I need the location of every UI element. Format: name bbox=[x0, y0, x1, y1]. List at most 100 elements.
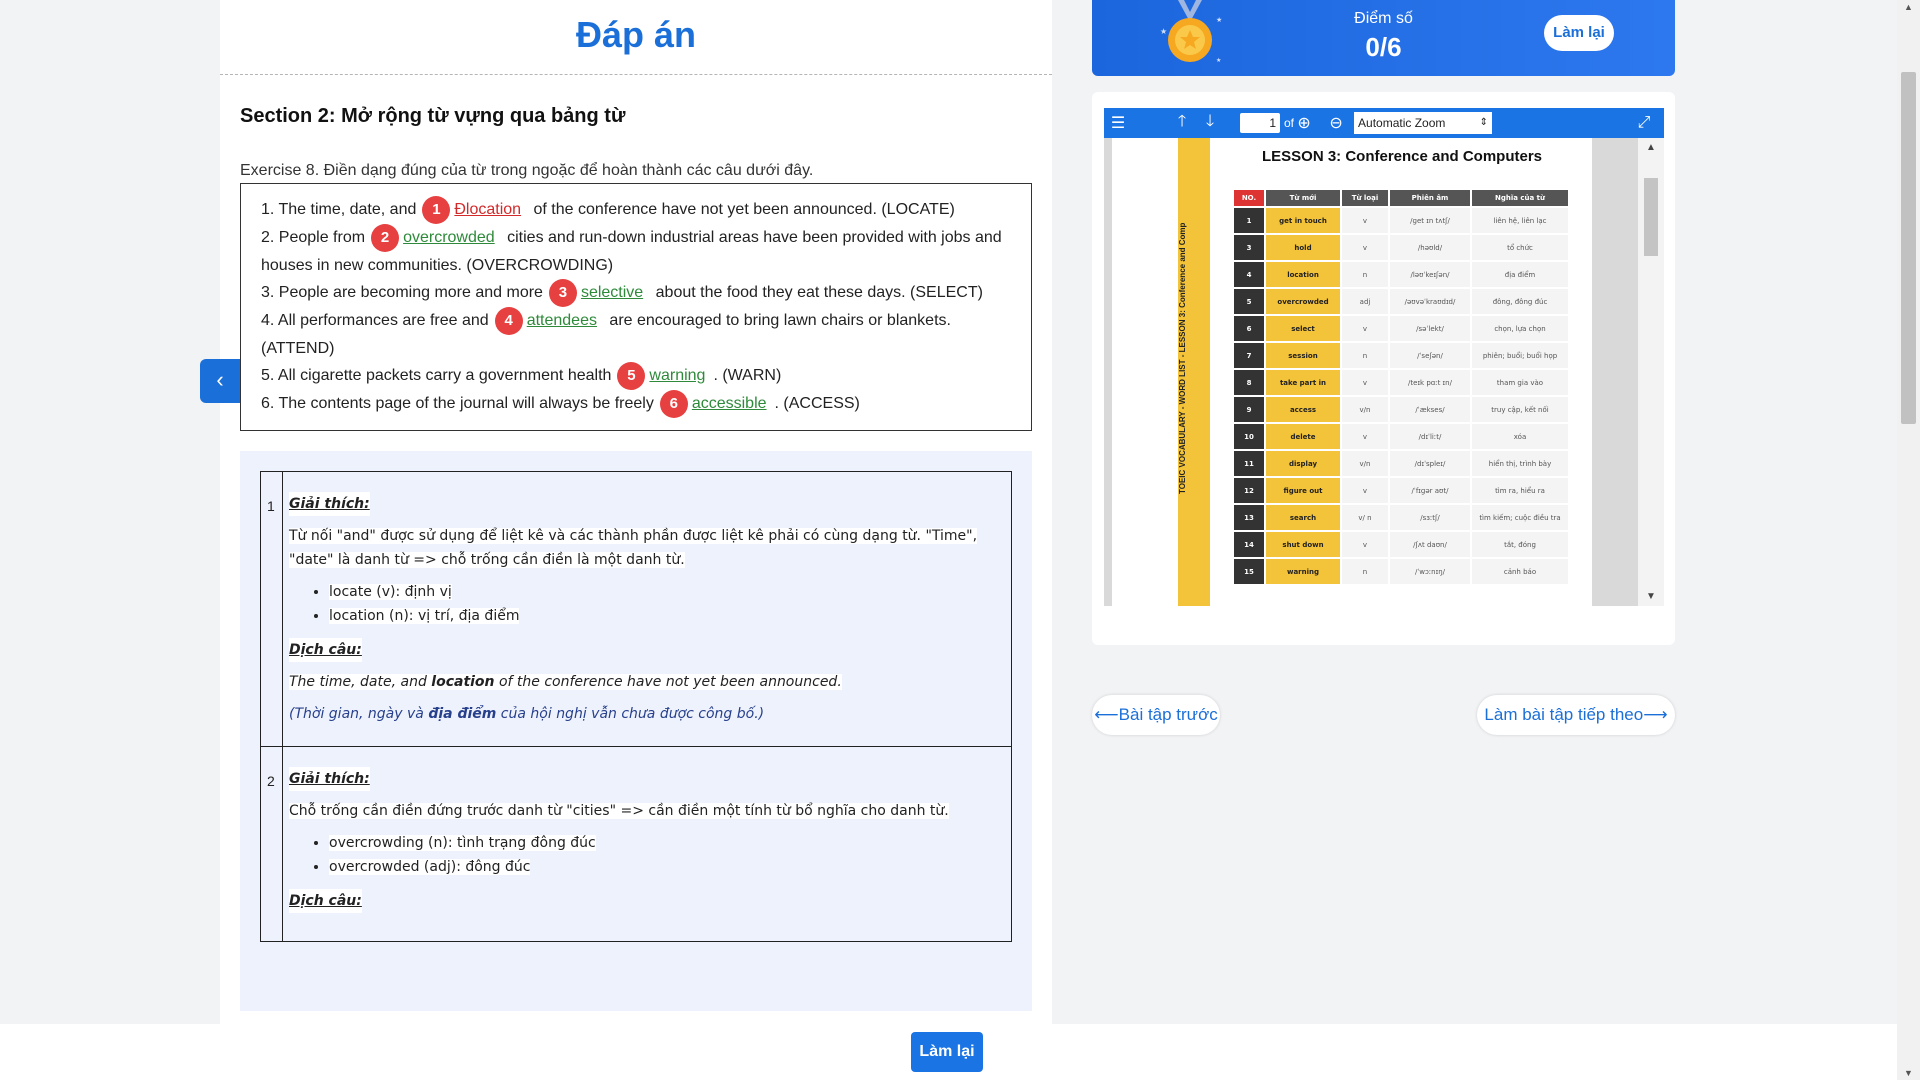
vocab-cell: 9 bbox=[1234, 397, 1264, 422]
collapse-panel-button[interactable]: ‹ bbox=[200, 359, 240, 403]
previous-exercise-button[interactable]: ⟵Bài tập trước bbox=[1092, 695, 1220, 735]
side-caption: TOEIC VOCABULARY - WORD LIST - LESSON 3:… bbox=[1178, 222, 1187, 494]
vocab-row: 9 access v/n/ˈækses/truy cập, kết nối bbox=[1234, 397, 1568, 422]
retry-bottom-button[interactable]: Làm lại bbox=[911, 1032, 983, 1072]
vocab-row: 13 search v/ n/sɜːtʃ/tìm kiếm; cuộc điều t… bbox=[1234, 505, 1568, 530]
vocab-cell: v bbox=[1342, 478, 1388, 503]
scroll-thumb[interactable] bbox=[1901, 72, 1916, 424]
column-header: NO. bbox=[1234, 190, 1264, 206]
vocab-cell: /teɪk pɑːt ɪn/ bbox=[1390, 370, 1470, 395]
vocab-cell: 3 bbox=[1234, 235, 1264, 260]
vocab-cell: /dɪˈliːt/ bbox=[1390, 424, 1470, 449]
scroll-up-icon[interactable]: ▲ bbox=[1638, 142, 1664, 153]
explanation-row: 2 Giải thích: Chỗ trống cần điền đứng tr… bbox=[261, 747, 1011, 942]
vocab-cell: /dɪˈspleɪ/ bbox=[1390, 451, 1470, 476]
page-scrollbar[interactable]: ▲ ▼ bbox=[1897, 0, 1920, 1080]
question-item: 2. People from 2 overcrowded cities and ru… bbox=[261, 224, 1011, 279]
vocab-row: 4 location n/ləʊˈkeɪʃən/địa điểm bbox=[1234, 262, 1568, 287]
zoom-out-icon[interactable]: ⊖ bbox=[1324, 113, 1348, 133]
explanation-number: 2 bbox=[261, 747, 283, 941]
section-title: Section 2: Mở rộng từ vựng qua bảng từ bbox=[240, 105, 626, 127]
answers-panel: Đáp án Section 2: Mở rộng từ vựng qua bả… bbox=[220, 0, 1052, 1024]
vocab-cell: 11 bbox=[1234, 451, 1264, 476]
question-item: 4. All performances are free and 4 attende… bbox=[261, 307, 1011, 362]
vocab-cell: /səˈlekt/ bbox=[1390, 316, 1470, 341]
vocab-cell: 1 bbox=[1234, 208, 1264, 233]
question-item: 1. The time, date, and 1 Đlocation of the … bbox=[261, 196, 1011, 224]
translate-heading: Dịch câu: bbox=[289, 889, 362, 913]
vocab-cell: v bbox=[1342, 316, 1388, 341]
answers-title: Đáp án bbox=[220, 0, 1052, 75]
vocab-cell: warning bbox=[1266, 559, 1340, 584]
answer-blank[interactable]: warning bbox=[649, 367, 705, 384]
answer-blank[interactable]: Đlocation bbox=[454, 201, 521, 218]
scroll-up-icon[interactable]: ▲ bbox=[1897, 2, 1920, 12]
vocab-cell: 14 bbox=[1234, 532, 1264, 557]
next-exercise-button[interactable]: Làm bài tập tiếp theo⟶ bbox=[1477, 695, 1675, 735]
question-text: about the food they eat these days. (SEL… bbox=[655, 284, 983, 302]
question-text: of the conference have not yet been anno… bbox=[533, 201, 955, 219]
scroll-down-icon[interactable]: ▼ bbox=[1897, 1068, 1920, 1078]
vocab-cell: địa điểm bbox=[1472, 262, 1568, 287]
answer-blank[interactable]: selective bbox=[581, 284, 643, 301]
question-text: 6. The contents page of the journal will… bbox=[261, 395, 654, 413]
answer-blank[interactable]: attendees bbox=[527, 312, 597, 329]
zoom-select[interactable]: Automatic Zoom ⇕ bbox=[1354, 112, 1493, 134]
vocab-cell: /ˈfɪɡər aʊt/ bbox=[1390, 478, 1470, 503]
vocab-cell: /ˈwɔːnɪŋ/ bbox=[1390, 559, 1470, 584]
vocab-cell: display bbox=[1266, 451, 1340, 476]
vocab-cell: 4 bbox=[1234, 262, 1264, 287]
vocab-cell: truy cập, kết nối bbox=[1472, 397, 1568, 422]
bullet-item: overcrowding (n): tình trạng đông đúc bbox=[329, 835, 596, 851]
zoom-in-icon[interactable]: ⊕ bbox=[1294, 113, 1314, 133]
question-number-badge: 3 bbox=[548, 279, 577, 307]
vocab-cell: v bbox=[1342, 424, 1388, 449]
scroll-thumb[interactable] bbox=[1644, 178, 1658, 256]
vocab-cell: 12 bbox=[1234, 478, 1264, 503]
vocab-cell: v bbox=[1342, 370, 1388, 395]
vocab-cell: 13 bbox=[1234, 505, 1264, 530]
vocab-cell: figure out bbox=[1266, 478, 1340, 503]
example-sentence: The time, date, and location of the conf… bbox=[289, 670, 1005, 694]
pdf-viewport[interactable]: TOEIC VOCABULARY - WORD LIST - LESSON 3:… bbox=[1104, 138, 1664, 606]
page-number-input[interactable]: 1 bbox=[1240, 113, 1280, 133]
question-box: 1. The time, date, and 1 Đlocation of the … bbox=[240, 183, 1032, 431]
scroll-down-icon[interactable]: ▼ bbox=[1638, 591, 1664, 602]
sentence-part: The time, date, and bbox=[289, 674, 432, 690]
vocab-cell: v bbox=[1342, 532, 1388, 557]
vocab-cell: /ˈækses/ bbox=[1390, 397, 1470, 422]
question-item: 6. The contents page of the journal will… bbox=[261, 390, 1011, 418]
column-header: Nghĩa của từ bbox=[1472, 190, 1568, 206]
vocab-cell: 15 bbox=[1234, 559, 1264, 584]
previous-page-icon[interactable]: 🡑 bbox=[1168, 110, 1196, 137]
sidebar-toggle-icon[interactable]: ☰ bbox=[1104, 113, 1132, 133]
vocab-cell: /ʃʌt daʊn/ bbox=[1390, 532, 1470, 557]
translation-keyword: địa điểm bbox=[428, 706, 497, 722]
vocab-cell: tham gia vào bbox=[1472, 370, 1568, 395]
answer-blank[interactable]: accessible bbox=[692, 395, 767, 412]
pdf-toolbar: ☰ 🡑 🡓 1 of ⊕ ⊖ Automatic Zoom ⇕ ⤢ bbox=[1104, 108, 1664, 138]
question-number-badge: 1 bbox=[422, 196, 451, 224]
vocab-cell: /əʊvəˈkraʊdɪd/ bbox=[1390, 289, 1470, 314]
pdf-scrollbar[interactable]: ▲ ▼ bbox=[1638, 138, 1664, 606]
translation-sentence: (Thời gian, ngày và địa điểm của hội ngh… bbox=[289, 702, 1005, 726]
vocab-row: 1 get in touch v/ɡet ɪn tʌtʃ/liên hệ, liên… bbox=[1234, 208, 1568, 233]
vocab-cell: delete bbox=[1266, 424, 1340, 449]
question-text: 5. All cigarette packets carry a governm… bbox=[261, 367, 612, 385]
pdf-page: TOEIC VOCABULARY - WORD LIST - LESSON 3:… bbox=[1112, 138, 1592, 606]
vocab-cell: access bbox=[1266, 397, 1340, 422]
question-text: 2. People from bbox=[261, 229, 366, 247]
answer-blank[interactable]: overcrowded bbox=[403, 229, 495, 246]
vocab-row: 11 display v/n/dɪˈspleɪ/hiển thị, trình bà… bbox=[1234, 451, 1568, 476]
fullscreen-icon[interactable]: ⤢ bbox=[1630, 114, 1658, 132]
vocab-cell: search bbox=[1266, 505, 1340, 530]
score-card: ★ ★ ★ Điểm số 0/6 Làm lại bbox=[1092, 0, 1675, 76]
retry-button[interactable]: Làm lại bbox=[1544, 15, 1614, 51]
explanation-table: 1 Giải thích: Từ nối "and" được sử dụng … bbox=[260, 471, 1012, 942]
vocab-cell: adj bbox=[1342, 289, 1388, 314]
question-item: 5. All cigarette packets carry a governm… bbox=[261, 362, 1011, 390]
vocab-cell: 7 bbox=[1234, 343, 1264, 368]
next-page-icon[interactable]: 🡓 bbox=[1196, 110, 1224, 137]
vocab-row: 14 shut down v/ʃʌt daʊn/tắt, đóng bbox=[1234, 532, 1568, 557]
vocab-cell: 5 bbox=[1234, 289, 1264, 314]
